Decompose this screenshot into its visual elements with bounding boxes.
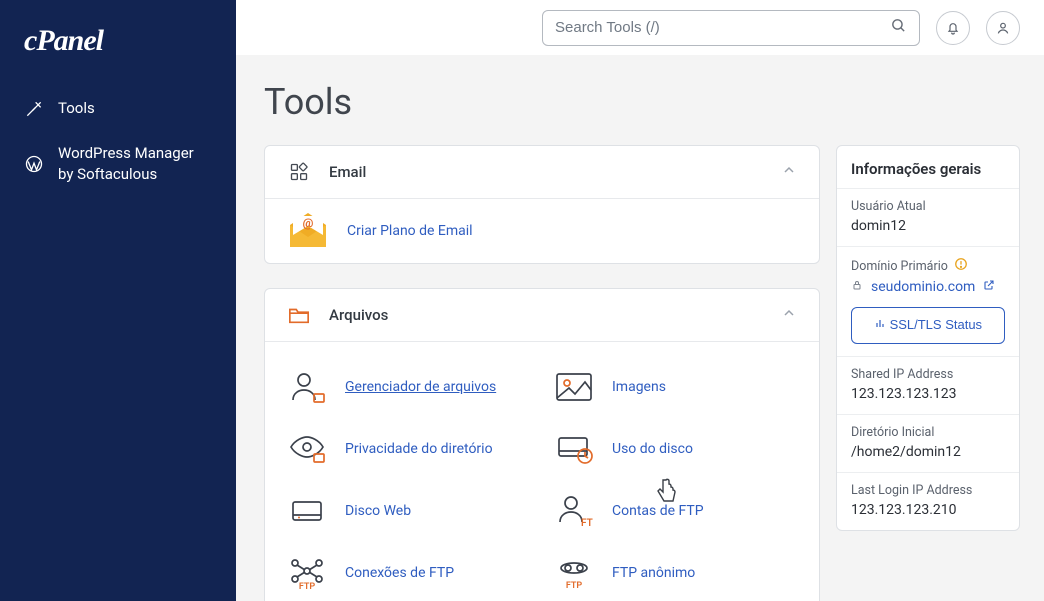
info-value: domin12 <box>851 218 1005 234</box>
panel-title: Email <box>329 163 763 181</box>
disk-usage-link[interactable]: Uso do disco <box>612 441 693 457</box>
image-icon <box>554 370 594 404</box>
columns: Email @ Criar Plano de Email <box>264 145 1020 601</box>
network-ftp-icon: FTP <box>287 556 327 590</box>
create-email-plan-link[interactable]: Criar Plano de Email <box>347 223 473 239</box>
files-panel-body: Gerenciador de arquivos Imagens <box>265 341 819 601</box>
sidebar-item-tools[interactable]: Tools <box>0 86 236 131</box>
file-manager-link[interactable]: Gerenciador de arquivos <box>345 379 496 395</box>
file-manager-item[interactable]: Gerenciador de arquivos <box>287 370 530 404</box>
folder-icon <box>287 303 311 327</box>
chevron-up-icon <box>781 162 797 182</box>
info-title: Informações gerais <box>837 146 1019 188</box>
ftp-connections-item[interactable]: FTP Conexões de FTP <box>287 556 530 590</box>
page-title: Tools <box>264 81 1020 123</box>
directory-privacy-item[interactable]: Privacidade do diretório <box>287 432 530 466</box>
email-panel-body: @ Criar Plano de Email <box>265 198 819 263</box>
info-row-lastlogin: Last Login IP Address 123.123.123.210 <box>837 472 1019 530</box>
ftp-connections-link[interactable]: Conexões de FTP <box>345 565 454 581</box>
eye-icon <box>287 432 327 466</box>
web-disk-link[interactable]: Disco Web <box>345 503 411 519</box>
ssl-status-button[interactable]: SSL/TLS Status <box>851 307 1005 344</box>
images-link[interactable]: Imagens <box>612 379 666 395</box>
info-row-user: Usuário Atual domin12 <box>837 188 1019 246</box>
panel-header-files[interactable]: Arquivos <box>265 289 819 341</box>
info-label: Diretório Inicial <box>851 425 1005 440</box>
squares-icon <box>287 160 311 184</box>
wordpress-icon <box>24 154 44 174</box>
panel-title: Arquivos <box>329 306 763 324</box>
info-value: 123.123.123.123 <box>851 386 1005 402</box>
external-link-icon[interactable] <box>983 279 995 295</box>
envelope-icon: @ <box>287 213 329 249</box>
info-row-home: Diretório Inicial /home2/domin12 <box>837 414 1019 472</box>
main: Tools Email @ Criar Plano <box>236 55 1044 601</box>
info-label: Domínio Primário <box>851 257 1005 275</box>
user-button[interactable] <box>986 11 1020 45</box>
warning-icon <box>954 257 968 275</box>
info-row-domain: Domínio Primário seudominio.com <box>837 246 1019 356</box>
ftp-accounts-link[interactable]: Contas de FTP <box>612 503 704 519</box>
anon-ftp-icon: FTP <box>554 556 594 590</box>
images-item[interactable]: Imagens <box>554 370 797 404</box>
search-input[interactable] <box>555 19 890 36</box>
logo: cPanel <box>0 24 236 86</box>
ftp-anon-link[interactable]: FTP anônimo <box>612 565 695 581</box>
info-label: Usuário Atual <box>851 199 1005 214</box>
directory-privacy-link[interactable]: Privacidade do diretório <box>345 441 493 457</box>
disk-clock-icon <box>554 432 594 466</box>
svg-text:FTP: FTP <box>581 518 593 528</box>
disk-icon <box>287 494 327 528</box>
search-icon <box>890 17 907 38</box>
info-value: seudominio.com <box>851 279 1005 295</box>
info-column: Informações gerais Usuário Atual domin12… <box>836 145 1020 601</box>
email-panel: Email @ Criar Plano de Email <box>264 145 820 264</box>
topbar <box>236 0 1044 55</box>
info-value: /home2/domin12 <box>851 444 1005 460</box>
lock-icon <box>851 279 863 295</box>
sidebar-item-label: WordPress Manager by Softaculous <box>58 143 212 185</box>
panel-header-email[interactable]: Email <box>265 146 819 198</box>
person-ftp-icon: FTP <box>554 494 594 528</box>
svg-text:@: @ <box>303 216 314 230</box>
info-label: Last Login IP Address <box>851 483 1005 498</box>
bell-icon <box>945 20 961 36</box>
sidebar: cPanel Tools WordPress Manager by Softac… <box>0 0 236 601</box>
files-panel: Arquivos Gerenciador de arquivos <box>264 288 820 601</box>
sidebar-item-label: Tools <box>58 98 95 119</box>
disk-usage-item[interactable]: Uso do disco <box>554 432 797 466</box>
sidebar-item-wordpress[interactable]: WordPress Manager by Softaculous <box>0 131 236 197</box>
files-grid: Gerenciador de arquivos Imagens <box>287 352 797 590</box>
person-file-icon <box>287 370 327 404</box>
web-disk-item[interactable]: Disco Web <box>287 494 530 528</box>
svg-text:FTP: FTP <box>299 582 316 590</box>
search-box[interactable] <box>542 10 920 46</box>
wrench-icon <box>24 99 44 119</box>
domain-link[interactable]: seudominio.com <box>871 279 975 295</box>
info-panel: Informações gerais Usuário Atual domin12… <box>836 145 1020 531</box>
logo-text: cPanel <box>24 24 103 57</box>
info-label: Shared IP Address <box>851 367 1005 382</box>
chevron-up-icon <box>781 305 797 325</box>
ftp-accounts-item[interactable]: FTP Contas de FTP <box>554 494 797 528</box>
notifications-button[interactable] <box>936 11 970 45</box>
bar-chart-icon <box>874 317 890 332</box>
info-row-shared-ip: Shared IP Address 123.123.123.123 <box>837 356 1019 414</box>
left-column: Email @ Criar Plano de Email <box>264 145 820 601</box>
user-icon <box>995 20 1011 36</box>
svg-text:FTP: FTP <box>566 581 583 590</box>
info-value: 123.123.123.210 <box>851 502 1005 518</box>
ftp-anon-item[interactable]: FTP FTP anônimo <box>554 556 797 590</box>
